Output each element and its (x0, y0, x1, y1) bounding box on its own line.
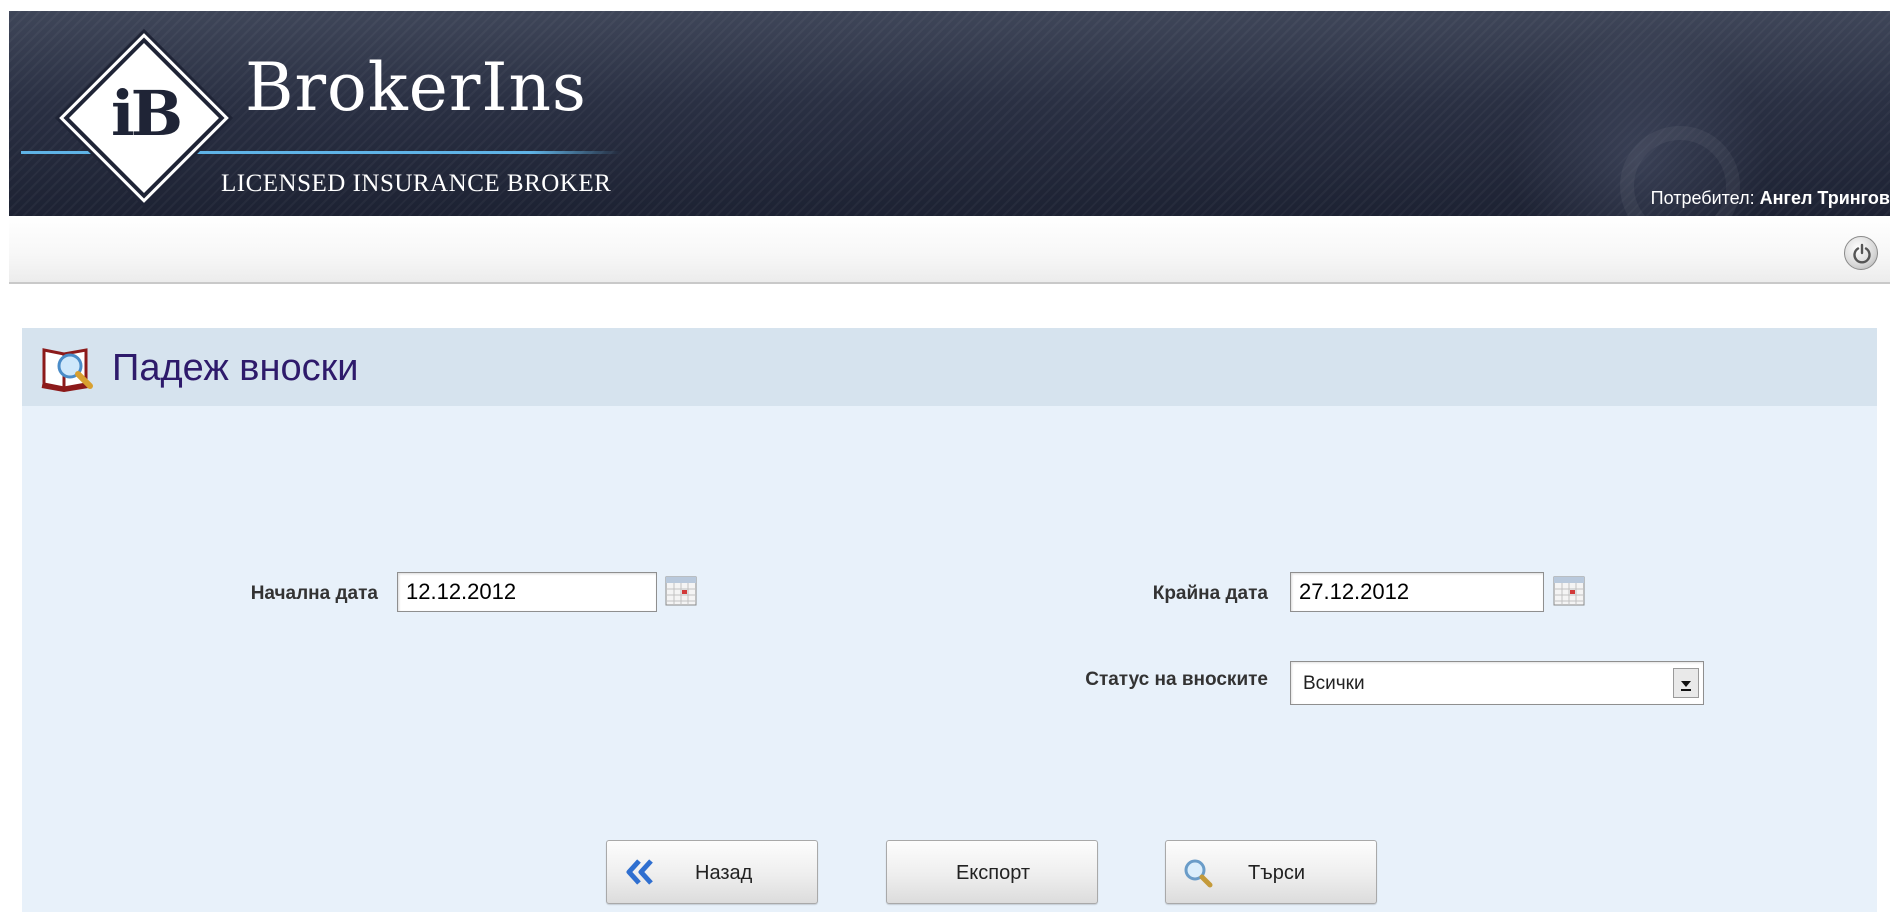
back-button-label: Назад (695, 862, 753, 884)
panel-header: Падеж вноски (22, 328, 1877, 406)
start-date-input[interactable]: 12.12.2012 (397, 572, 657, 612)
current-user-info: Потребител: Ангел Трингов (1651, 188, 1890, 209)
book-search-icon (41, 348, 93, 392)
brand-name: BrokerIns (245, 49, 587, 126)
double-chevron-left-icon (626, 859, 653, 885)
start-date-label: Начална дата (250, 583, 378, 604)
logo-mark: iB (111, 77, 183, 150)
user-name: Ангел Трингов (1759, 188, 1890, 208)
logout-button[interactable] (1844, 236, 1878, 270)
export-button-label: Експорт (955, 862, 1031, 884)
dropdown-arrow-icon[interactable] (1673, 668, 1699, 698)
back-button[interactable]: Назад (606, 840, 818, 904)
power-icon (1853, 243, 1871, 264)
page-title: Падеж вноски (112, 347, 359, 389)
status-selected-value: Всички (1303, 673, 1365, 694)
search-button[interactable]: Търси (1165, 840, 1377, 904)
brand-tagline: LICENSED INSURANCE BROKER (221, 170, 612, 197)
status-select[interactable]: Всички (1290, 661, 1704, 705)
app-header: iB BrokerIns LICENSED INSURANCE BROKER П… (9, 11, 1890, 216)
status-label: Статус на вноските (1085, 669, 1268, 690)
calendar-icon[interactable] (1553, 576, 1585, 606)
search-button-label: Търси (1248, 862, 1306, 884)
end-date-input[interactable]: 27.12.2012 (1290, 572, 1544, 612)
content-panel: Падеж вноски (22, 328, 1877, 912)
magnifier-icon (1184, 859, 1213, 888)
end-date-label: Крайна дата (1152, 583, 1268, 604)
toolbar (9, 216, 1890, 284)
brand-logo[interactable]: iB (59, 33, 229, 203)
export-button[interactable]: Експорт (886, 840, 1098, 904)
user-label: Потребител: (1650, 188, 1755, 208)
calendar-icon[interactable] (665, 576, 697, 606)
